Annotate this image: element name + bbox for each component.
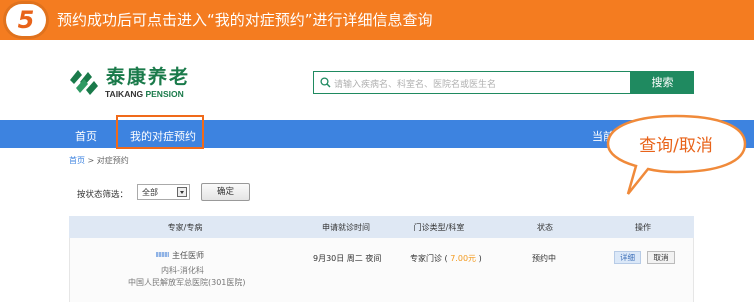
cancel-button[interactable]: 取消: [647, 251, 675, 264]
breadcrumb-current: 对症预约: [96, 156, 129, 165]
status-filter-value: 全部: [142, 188, 158, 197]
doctor-title: 主任医师: [172, 251, 204, 260]
logo-name-cn: 泰康养老: [106, 66, 191, 88]
doctor-hospital: 中国人民解放军总医院(301医院): [128, 278, 246, 287]
step-number-badge: 5: [6, 4, 46, 36]
nav-highlight-box: [116, 115, 204, 149]
doctor-avatar: [156, 252, 169, 257]
column-header-doctor: 专家/专病: [167, 223, 203, 232]
nav-item-home[interactable]: 首页: [75, 128, 97, 144]
clinic-type-label: 专家门诊: [410, 254, 442, 263]
taikang-logo-icon: [70, 70, 98, 95]
detail-button[interactable]: 详细: [614, 251, 641, 264]
step-number: 5: [17, 6, 35, 34]
logo-en-part1: TAIKANG: [105, 89, 144, 99]
column-header-actions: 操作: [635, 223, 651, 232]
column-header-status: 状态: [537, 223, 553, 232]
appointment-status: 预约中: [532, 254, 556, 263]
appointment-time: 9月30日 周二 夜间: [313, 254, 382, 263]
breadcrumb-home-link[interactable]: 首页: [69, 156, 85, 165]
status-filter-select[interactable]: 全部: [137, 184, 190, 200]
search-icon: [320, 77, 331, 88]
confirm-button[interactable]: 确定: [201, 183, 250, 201]
callout-bubble: [606, 114, 747, 195]
column-header-time: 申请就诊时间: [322, 223, 370, 232]
search-placeholder: 请输入疾病名、科室名、医院名或医生名: [334, 80, 497, 90]
breadcrumb-separator: >: [87, 156, 95, 165]
step-instruction: 预约成功后可点击进入“我的对症预约”进行详细信息查询: [57, 11, 433, 29]
search-input[interactable]: 请输入疾病名、科室名、医院名或医生名: [313, 71, 631, 94]
column-header-clinic: 门诊类型/科室: [413, 223, 465, 232]
doctor-department: 内科-消化科: [161, 266, 204, 275]
callout-text: 查询/取消: [639, 136, 713, 156]
clinic-fee: 7.00元: [450, 254, 477, 263]
search-button[interactable]: 搜索: [631, 71, 694, 94]
logo-en-part2: PENSION: [145, 89, 184, 99]
clinic-type: 专家门诊 ( 7.00元 ): [410, 254, 482, 263]
logo-name-en: TAIKANG PENSION: [105, 89, 184, 99]
filter-label: 按状态筛选：: [77, 190, 129, 200]
chevron-down-icon: [177, 187, 187, 197]
breadcrumb: 首页 > 对症预约: [69, 155, 129, 166]
